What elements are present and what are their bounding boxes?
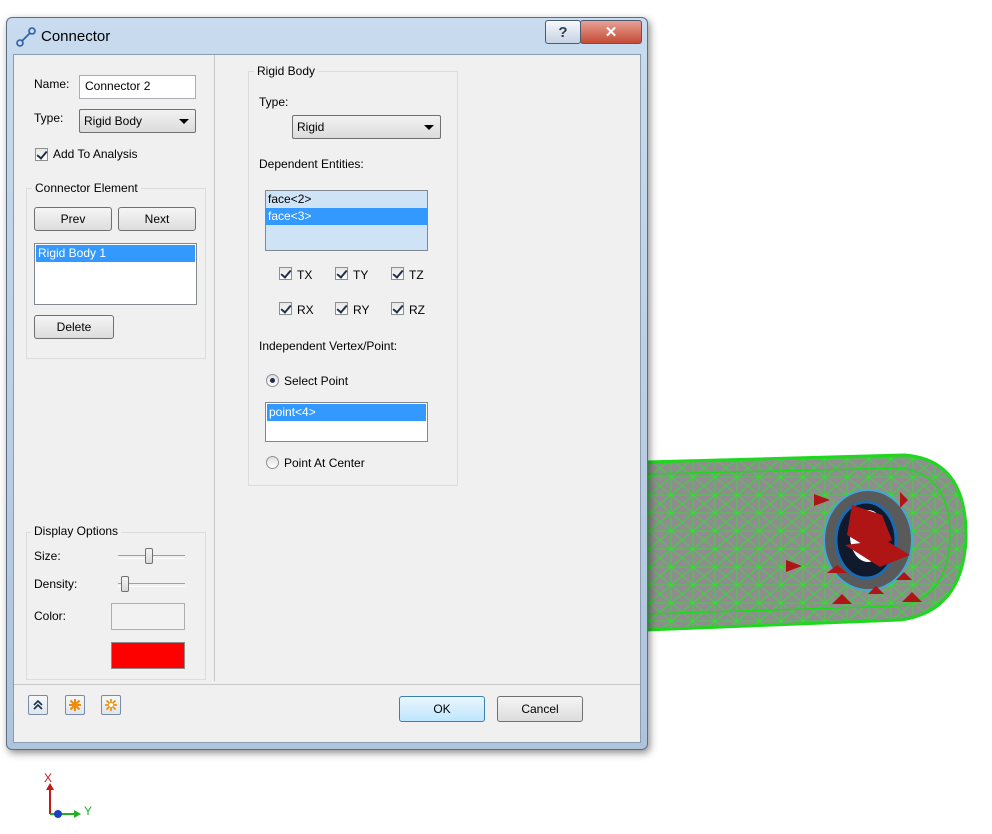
footer-separator <box>14 684 640 685</box>
density-label: Density: <box>34 577 78 591</box>
rz-label: RZ <box>409 303 425 317</box>
cancel-button[interactable]: Cancel <box>497 696 583 722</box>
display-options-title: Display Options <box>31 524 122 538</box>
density-slider[interactable] <box>120 576 129 592</box>
orange-star-icon-2[interactable] <box>101 695 121 715</box>
independent-point-label: Independent Vertex/Point: <box>259 339 398 353</box>
rz-checkbox[interactable] <box>391 302 404 315</box>
rx-checkbox[interactable] <box>279 302 292 315</box>
rigid-type-select[interactable]: Rigid <box>292 115 441 139</box>
type-label: Type: <box>34 111 64 125</box>
list-item[interactable]: point<4> <box>267 404 426 421</box>
list-item[interactable]: face<2> <box>266 191 427 208</box>
next-button[interactable]: Next <box>118 207 196 231</box>
connector-dialog: Connector ? ✕ Name: Connector 2 Type: Ri… <box>6 17 648 750</box>
ry-checkbox[interactable] <box>335 302 348 315</box>
tz-checkbox[interactable] <box>391 267 404 280</box>
axis-y-label: Y <box>84 804 93 818</box>
ry-label: RY <box>353 303 370 317</box>
connector-icon <box>16 27 36 47</box>
select-point-label: Select Point <box>284 374 349 388</box>
dependent-entities-list[interactable]: face<2> face<3> <box>265 190 428 251</box>
axis-x-label: X <box>44 771 53 785</box>
point-at-center-radio[interactable] <box>266 456 279 469</box>
connector-element-title: Connector Element <box>32 181 141 195</box>
point-at-center-label: Point At Center <box>284 456 365 470</box>
list-item[interactable]: face<3> <box>266 208 427 225</box>
rx-label: RX <box>297 303 314 317</box>
ty-label: TY <box>353 268 369 282</box>
name-input[interactable]: Connector 2 <box>79 75 196 99</box>
chevron-down-icon <box>424 125 434 130</box>
orange-star-icon[interactable] <box>65 695 85 715</box>
title-bar[interactable]: Connector ? ✕ <box>7 18 647 54</box>
dependent-entities-label: Dependent Entities: <box>259 157 364 171</box>
type-select-value: Rigid Body <box>84 114 143 128</box>
axis-triad <box>46 783 81 818</box>
size-slider[interactable] <box>144 548 153 564</box>
name-label: Name: <box>34 77 70 91</box>
list-item[interactable]: Rigid Body 1 <box>36 245 195 262</box>
panel-divider <box>214 55 215 681</box>
close-button[interactable]: ✕ <box>580 20 642 44</box>
tz-label: TZ <box>409 268 424 282</box>
chevron-down-icon <box>179 119 189 124</box>
add-to-analysis-label: Add To Analysis <box>53 147 138 161</box>
prev-button[interactable]: Prev <box>34 207 112 231</box>
rigid-type-value: Rigid <box>297 120 325 134</box>
delete-button[interactable]: Delete <box>34 315 114 339</box>
tx-label: TX <box>297 268 313 282</box>
rigid-body-title: Rigid Body <box>254 64 319 78</box>
type-select[interactable]: Rigid Body <box>79 109 196 133</box>
size-label: Size: <box>34 549 61 563</box>
color-picker-button[interactable] <box>111 603 185 630</box>
ty-checkbox[interactable] <box>335 267 348 280</box>
dialog-client: Name: Connector 2 Type: Rigid Body Add T… <box>13 54 641 743</box>
color-swatch[interactable] <box>111 642 185 669</box>
connector-element-list[interactable]: Rigid Body 1 <box>34 243 197 305</box>
dialog-title: Connector <box>41 28 111 45</box>
ok-button[interactable]: OK <box>399 696 485 722</box>
select-point-radio[interactable] <box>266 374 279 387</box>
collapse-icon[interactable] <box>28 695 48 715</box>
rigid-type-label: Type: <box>259 95 289 109</box>
add-to-analysis-checkbox[interactable] <box>35 148 48 161</box>
independent-point-list[interactable]: point<4> <box>265 402 428 442</box>
color-label: Color: <box>34 609 67 623</box>
help-button[interactable]: ? <box>545 20 581 44</box>
tx-checkbox[interactable] <box>279 267 292 280</box>
